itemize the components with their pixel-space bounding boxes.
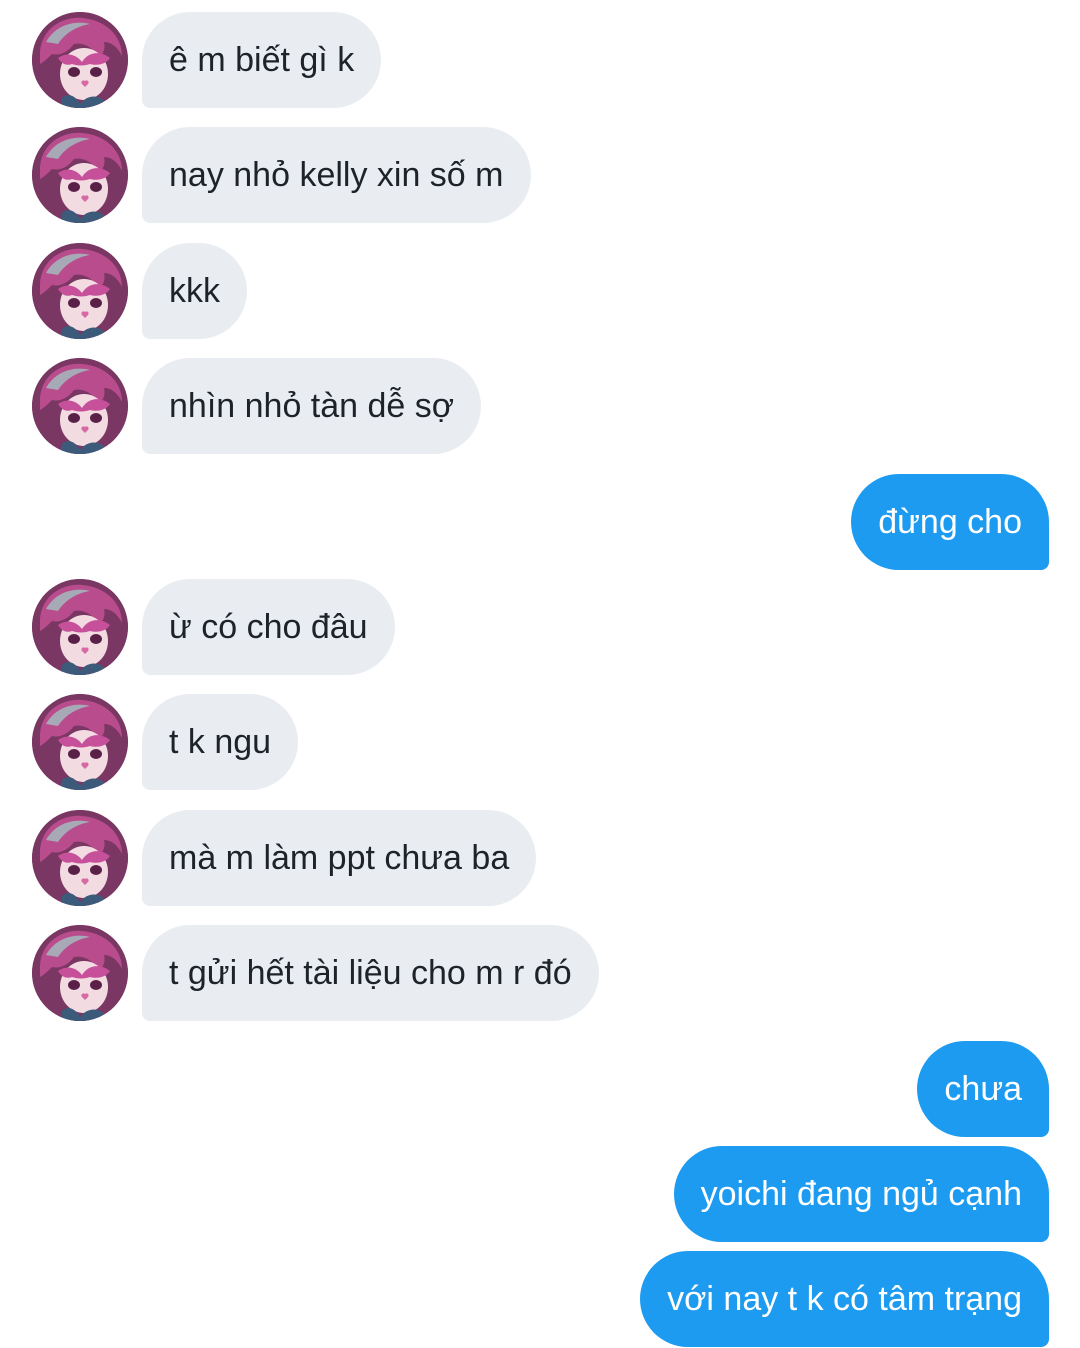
- message-row: chưa: [0, 1041, 1080, 1137]
- message-row: t k ngu: [0, 694, 1080, 790]
- message-bubble[interactable]: mà m làm ppt chưa ba: [142, 810, 537, 906]
- anime-character-avatar-icon: [32, 12, 128, 108]
- anime-character-avatar-icon: [32, 243, 128, 339]
- message-text: với nay t k có tâm trạng: [667, 1279, 1022, 1318]
- anime-character-avatar-icon: [32, 810, 128, 906]
- message-text: chưa: [944, 1069, 1022, 1108]
- message-row: kkk: [0, 243, 1080, 339]
- message-bubble[interactable]: t k ngu: [142, 694, 299, 790]
- message-row: ê m biết gì k: [0, 12, 1080, 108]
- anime-character-avatar-icon: [32, 358, 128, 454]
- message-text: ừ có cho đâu: [169, 607, 368, 646]
- message-bubble[interactable]: nhìn nhỏ tàn dễ sợ: [142, 358, 482, 454]
- message-row: yoichi đang ngủ cạnh: [0, 1146, 1080, 1242]
- anime-character-avatar-icon: [32, 925, 128, 1021]
- message-row: với nay t k có tâm trạng: [0, 1251, 1080, 1347]
- avatar[interactable]: [32, 694, 128, 790]
- avatar[interactable]: [32, 810, 128, 906]
- message-row: đừng cho: [0, 474, 1080, 570]
- message-text: nay nhỏ kelly xin số m: [169, 155, 504, 194]
- message-text: t gửi hết tài liệu cho m r đó: [169, 953, 572, 992]
- anime-character-avatar-icon: [32, 127, 128, 223]
- message-text: kkk: [169, 271, 220, 310]
- avatar[interactable]: [32, 925, 128, 1021]
- avatar[interactable]: [32, 127, 128, 223]
- avatar[interactable]: [32, 579, 128, 675]
- message-bubble[interactable]: ê m biết gì k: [142, 12, 382, 108]
- message-bubble[interactable]: kkk: [142, 243, 247, 339]
- chat-thread[interactable]: ê m biết gì k nay nhỏ kelly xin số m kkk…: [0, 0, 1080, 1348]
- message-row: ừ có cho đâu: [0, 579, 1080, 675]
- message-bubble[interactable]: ừ có cho đâu: [142, 579, 395, 675]
- message-bubble-outgoing[interactable]: yoichi đang ngủ cạnh: [673, 1146, 1049, 1242]
- message-text: yoichi đang ngủ cạnh: [700, 1174, 1022, 1213]
- message-bubble[interactable]: t gửi hết tài liệu cho m r đó: [142, 925, 599, 1021]
- message-text: đừng cho: [878, 502, 1022, 541]
- avatar[interactable]: [32, 243, 128, 339]
- message-bubble-outgoing[interactable]: đừng cho: [851, 474, 1049, 570]
- message-bubble-outgoing[interactable]: chưa: [917, 1041, 1049, 1137]
- message-row: nay nhỏ kelly xin số m: [0, 127, 1080, 223]
- message-bubble[interactable]: nay nhỏ kelly xin số m: [142, 127, 531, 223]
- message-row: t gửi hết tài liệu cho m r đó: [0, 925, 1080, 1021]
- message-text: mà m làm ppt chưa ba: [169, 838, 510, 877]
- message-row: nhìn nhỏ tàn dễ sợ: [0, 358, 1080, 454]
- avatar[interactable]: [32, 12, 128, 108]
- message-bubble-outgoing[interactable]: với nay t k có tâm trạng: [640, 1251, 1049, 1347]
- message-text: ê m biết gì k: [169, 40, 355, 79]
- avatar[interactable]: [32, 358, 128, 454]
- anime-character-avatar-icon: [32, 694, 128, 790]
- message-row: mà m làm ppt chưa ba: [0, 810, 1080, 906]
- message-text: nhìn nhỏ tàn dễ sợ: [169, 386, 455, 425]
- anime-character-avatar-icon: [32, 579, 128, 675]
- message-text: t k ngu: [169, 722, 272, 761]
